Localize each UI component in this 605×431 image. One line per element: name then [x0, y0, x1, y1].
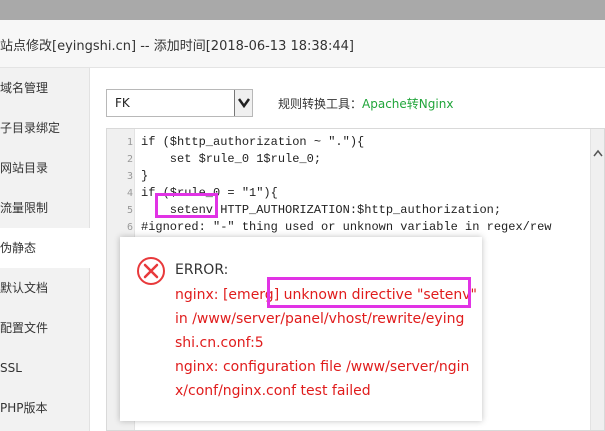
line-number: 2 [126, 154, 133, 165]
sidebar: 域名管理 子目录绑定 网站目录 流量限制 伪静态 默认文档 配置文件 SSL P… [0, 68, 90, 431]
sidebar-item-default-document[interactable]: 默认文档 [0, 268, 90, 308]
line-number: 6 [126, 222, 133, 233]
code-line: if ($http_authorization ~ "."){ [141, 135, 365, 149]
unknown-directive-highlight-box [267, 277, 471, 308]
select-arrow[interactable] [234, 90, 252, 116]
sidebar-item-subdirectory[interactable]: 子目录绑定 [0, 108, 90, 148]
line-number: 5 [126, 205, 133, 216]
sidebar-item-site-directory[interactable]: 网站目录 [0, 148, 90, 188]
chevron-down-icon [238, 98, 250, 108]
apache-to-nginx-link[interactable]: Apache转Nginx [362, 97, 453, 111]
dialog-title-bar: 站点修改[eyingshi.cn] -- 添加时间[2018-06-13 18:… [0, 20, 605, 68]
line-number: 3 [126, 171, 133, 182]
error-message-line: nginx: configuration file /www/server/ng… [175, 359, 470, 375]
sidebar-item-traffic-limit[interactable]: 流量限制 [0, 188, 90, 228]
line-number: 4 [126, 188, 133, 199]
code-line: } [141, 169, 149, 183]
sidebar-item-domain[interactable]: 域名管理 [0, 68, 90, 108]
code-line: #ignored: "-" thing used or unknown vari… [141, 220, 552, 234]
sidebar-item-ssl[interactable]: SSL [0, 348, 90, 388]
error-title: ERROR: [175, 262, 229, 278]
sidebar-item-php-version[interactable]: PHP版本 [0, 388, 90, 428]
top-bar [0, 0, 605, 20]
sidebar-item-config-file[interactable]: 配置文件 [0, 308, 90, 348]
sidebar-item-rewrite[interactable]: 伪静态 [0, 228, 90, 268]
rewrite-rule-select-value: FK [115, 96, 130, 110]
editor-scrollbar[interactable] [590, 129, 604, 430]
rule-converter: 规则转换工具：Apache转Nginx [278, 95, 453, 112]
error-circle-icon [137, 257, 165, 285]
error-message-line: x/conf/nginx.conf test failed [175, 383, 371, 399]
error-message-line: shi.cn.conf:5 [175, 335, 264, 351]
code-line: set $rule_0 1$rule_0; [141, 152, 322, 166]
line-number: 1 [126, 137, 133, 148]
rewrite-rule-select[interactable]: FK [106, 89, 253, 117]
scroll-up-icon [593, 149, 603, 157]
error-dialog: ERROR: nginx: [emerg] unknown directive … [120, 237, 482, 421]
window-title: 站点修改[eyingshi.cn] -- 添加时间[2018-06-13 18:… [0, 39, 354, 54]
error-message-line: in /www/server/panel/vhost/rewrite/eying [175, 311, 465, 327]
rule-converter-label: 规则转换工具： [278, 97, 363, 111]
setenv-highlight-box [155, 193, 218, 218]
